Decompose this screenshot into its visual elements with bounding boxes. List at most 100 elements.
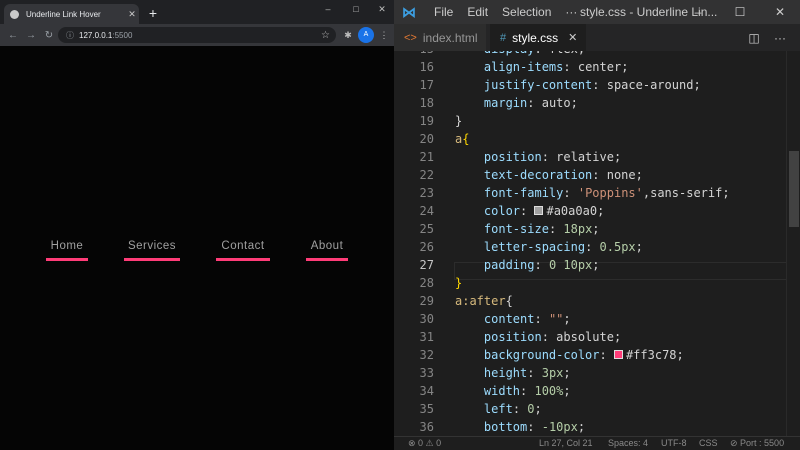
close-window-button[interactable]: ✕ (370, 0, 394, 18)
forward-button[interactable]: → (22, 30, 40, 41)
code-line[interactable]: 15 display: flex; (394, 51, 784, 58)
code-line[interactable]: 23 font-family: 'Poppins',sans-serif; (394, 184, 784, 202)
code-token: : (534, 51, 548, 56)
extensions-icon[interactable]: ✱ (340, 27, 356, 43)
code-token: font-family (483, 186, 564, 200)
code-line[interactable]: 29 a:after{ (394, 292, 784, 310)
line-number: 15 (394, 51, 434, 58)
code-line[interactable]: 17 justify-content: space-around; (394, 76, 784, 94)
encoding[interactable]: UTF-8 (661, 438, 687, 448)
code-line[interactable]: 20 a{ (394, 130, 784, 148)
code-line[interactable]: 35 left: 0; (394, 400, 784, 418)
code-line[interactable]: 22 text-decoration: none; (394, 166, 784, 184)
editor-tabs: <> index.html # style.css ✕ ◫ ··· (394, 24, 800, 51)
code-token: ; (621, 60, 629, 74)
nav-link-label: Home (50, 240, 84, 252)
menu-edit[interactable]: Edit (460, 5, 495, 19)
code-text: a:after{ (455, 292, 513, 310)
close-tab-icon[interactable]: ✕ (125, 9, 139, 20)
more-actions-icon[interactable]: ··· (770, 28, 790, 48)
code-token: a:after (455, 294, 506, 308)
code-text: content: ""; (455, 310, 571, 328)
code-token: 100% (534, 384, 564, 398)
color-swatch-icon[interactable] (534, 206, 544, 215)
scrollbar-thumb[interactable] (789, 151, 799, 227)
code-token: : (548, 222, 564, 236)
code-token: display (484, 51, 535, 56)
code-line[interactable]: 25 font-size: 18px; (394, 220, 784, 238)
language-mode[interactable]: CSS (699, 438, 718, 448)
code-token: ; (534, 402, 542, 416)
address-bar[interactable]: ⓘ 127.0.0.1:5500 ☆ (58, 27, 336, 43)
line-number: 33 (419, 366, 434, 380)
nav-link-services[interactable]: Services (124, 240, 180, 261)
nav-link-home[interactable]: Home (46, 240, 88, 261)
nav-link-about[interactable]: About (306, 240, 348, 261)
code-token: ; (592, 222, 600, 236)
code-token: auto (541, 96, 571, 110)
editor-scrollbar[interactable] (786, 51, 800, 437)
minimize-button[interactable]: – (316, 0, 340, 18)
line-number: 29 (419, 294, 434, 308)
code-line[interactable]: 28} (394, 274, 784, 292)
page-viewport: Home Services Contact About (0, 46, 394, 450)
code-line[interactable]: 26 letter-spacing: 0.5px; (394, 238, 784, 256)
problems-indicator[interactable]: ⊗ 0 ⚠ 0 (408, 438, 441, 449)
browser-tab[interactable]: Underline Link Hover ✕ (4, 4, 139, 24)
code-line[interactable]: 24 color: #a0a0a0; (394, 202, 784, 220)
tab-index-html[interactable]: <> index.html (394, 24, 486, 51)
code-token: : (563, 60, 578, 74)
code-line[interactable]: 18 margin: auto; (394, 94, 784, 112)
reload-button[interactable]: ↻ (40, 30, 58, 41)
bookmark-star-icon[interactable]: ☆ (321, 30, 330, 41)
code-line[interactable]: 36 bottom: -10px; (394, 418, 784, 436)
code-text: height: 3px; (455, 364, 571, 382)
code-token: ; (563, 366, 571, 380)
code-line[interactable]: 31 position: absolute; (394, 328, 784, 346)
new-tab-button[interactable]: + (145, 4, 161, 22)
code-editor[interactable]: 15 display: flex;16 align-items: center;… (394, 51, 800, 437)
maximize-button[interactable]: ☐ (720, 0, 760, 24)
code-line[interactable]: 30 content: ""; (394, 310, 784, 328)
code-token: margin (483, 96, 528, 110)
split-editor-icon[interactable]: ◫ (744, 28, 764, 48)
nav-link-label: About (310, 240, 344, 252)
browser-menu-icon[interactable]: ⋮ (376, 27, 392, 43)
color-swatch-icon[interactable] (613, 350, 623, 359)
cursor-position[interactable]: Ln 27, Col 21 (539, 438, 593, 448)
code-line[interactable]: 32 background-color: #ff3c78; (394, 346, 784, 364)
line-number: 20 (419, 132, 434, 146)
code-line[interactable]: 27 padding: 0 10px; (394, 256, 784, 274)
code-text: position: absolute; (455, 328, 621, 346)
tab-style-css[interactable]: # style.css ✕ (490, 24, 586, 51)
close-tab-icon[interactable]: ✕ (568, 31, 577, 44)
menu-selection[interactable]: Selection (495, 5, 558, 19)
code-line[interactable]: 34 width: 100%; (394, 382, 784, 400)
minimize-button[interactable]: – (678, 0, 718, 24)
code-token: : (592, 168, 607, 182)
indentation[interactable]: Spaces: 4 (608, 438, 648, 448)
link-underline (216, 258, 270, 261)
back-button[interactable]: ← (4, 30, 22, 41)
info-icon[interactable]: ⓘ (66, 30, 74, 41)
code-line[interactable]: 16 align-items: center; (394, 58, 784, 76)
code-line[interactable]: 33 height: 3px; (394, 364, 784, 382)
code-token: ; (563, 384, 571, 398)
live-server-port[interactable]: ⊘ Port : 5500 (730, 438, 784, 449)
close-window-button[interactable]: ✕ (760, 0, 800, 24)
code-text: display: flex; (455, 51, 585, 58)
code-token: ; (570, 96, 578, 110)
profile-avatar[interactable]: A (358, 27, 374, 43)
maximize-button[interactable]: □ (344, 0, 368, 18)
nav-link-contact[interactable]: Contact (216, 240, 270, 261)
code-line[interactable]: 21 position: relative; (394, 148, 784, 166)
menu-file[interactable]: File (427, 5, 460, 19)
code-token: ; (613, 330, 622, 344)
code-line[interactable]: 19} (394, 112, 784, 130)
code-token: ; (722, 186, 730, 200)
url-host: 127.0.0.1 (79, 30, 113, 40)
